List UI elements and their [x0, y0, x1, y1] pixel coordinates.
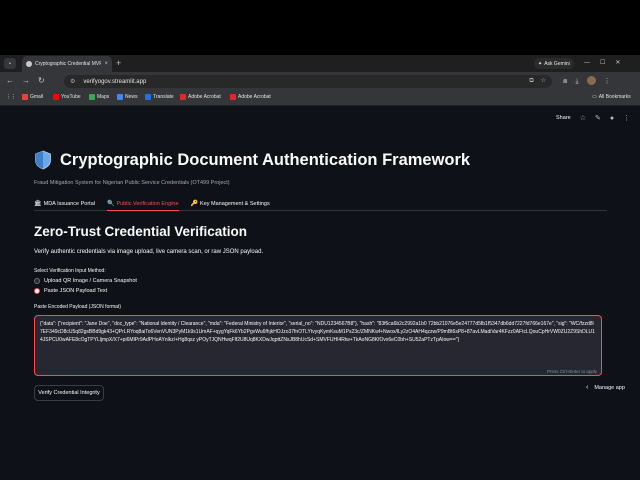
title-row: Cryptographic Document Authentication Fr… — [34, 150, 470, 170]
back-icon[interactable]: ← — [6, 75, 14, 87]
app-header: Share ☆ ✎ ● ⋮ — [556, 114, 630, 123]
close-tab-icon[interactable]: × — [104, 61, 108, 67]
chevron-left-icon: ‹ — [586, 384, 589, 391]
shield-icon — [35, 150, 51, 170]
window-controls: — ☐ ✕ — [584, 56, 620, 70]
tab-key-management[interactable]: 🔑 Key Management & Settings — [191, 197, 270, 210]
verify-credential-button[interactable]: Verify Credential Integrity — [34, 385, 104, 401]
section-description: Verify authentic credentials via image u… — [34, 249, 264, 255]
maximize-icon[interactable]: ☐ — [600, 56, 605, 70]
site-info-icon[interactable]: ⚙ — [70, 78, 75, 85]
bank-icon: 🏛 — [34, 201, 42, 207]
translate-icon — [145, 94, 151, 100]
tab-search-button[interactable]: ⌄ — [4, 58, 16, 69]
browser-tab-title: Cryptographic Credential MVP — [35, 61, 102, 67]
bookmark-maps[interactable]: Maps — [89, 94, 109, 100]
new-tab-button[interactable]: + — [116, 57, 121, 69]
edit-icon[interactable]: ✎ — [595, 114, 601, 122]
ask-gemini-button[interactable]: ✦ Ask Gemini — [534, 58, 574, 69]
bookmark-star-icon[interactable]: ☆ — [541, 76, 546, 87]
profile-avatar[interactable] — [586, 76, 596, 85]
page-title: Cryptographic Document Authentication Fr… — [60, 150, 471, 169]
close-window-icon[interactable]: ✕ — [615, 56, 620, 70]
install-app-icon[interactable]: ⧉ — [529, 76, 533, 87]
page-subtitle: Fraud Mitigation System for Nigerian Pub… — [34, 180, 230, 186]
browser-toolbar: ← → ↻ ⚙ verifyogov.streamlit.app ⧉ ☆ ⧈ ⤓… — [0, 72, 640, 91]
browser-menu-icon[interactable]: ⋮ — [604, 76, 611, 87]
gemini-icon: ✦ — [538, 60, 543, 67]
manage-app-button[interactable]: ‹ Manage app — [586, 384, 625, 391]
bookmark-gmail[interactable]: Gmail — [22, 94, 43, 100]
bookmark-news[interactable]: News — [117, 94, 138, 100]
folder-icon: ▭ — [592, 94, 597, 100]
forward-icon[interactable]: → — [22, 75, 30, 87]
radio-unselected-icon[interactable] — [34, 278, 40, 284]
star-icon[interactable]: ☆ — [580, 114, 586, 122]
radio-upload-qr[interactable]: Upload QR Image / Camera Snapshot — [34, 278, 137, 284]
tab-bar: 🏛 MDA Issuance Portal 🔍 Public Verificat… — [34, 197, 607, 211]
adobe-acrobat-icon — [230, 94, 236, 100]
youtube-icon — [53, 94, 59, 100]
ask-gemini-label: Ask Gemini — [544, 60, 570, 67]
minimize-icon[interactable]: — — [584, 56, 590, 70]
apps-icon[interactable]: ⋮⋮ — [6, 94, 16, 100]
reload-icon[interactable]: ↻ — [38, 75, 45, 87]
radio-selected-icon[interactable] — [34, 288, 40, 294]
key-icon: 🔑 — [190, 201, 199, 207]
gmail-icon — [22, 94, 28, 100]
address-url[interactable]: verifyogov.streamlit.app — [83, 79, 146, 85]
browser-tabstrip: ⌄ Cryptographic Credential MVP × + ✦ Ask… — [0, 55, 640, 72]
maps-icon — [89, 94, 95, 100]
tab-mda-issuance-portal[interactable]: 🏛 MDA Issuance Portal — [34, 197, 95, 210]
favicon-icon — [26, 61, 32, 67]
news-icon — [117, 94, 123, 100]
download-icon[interactable]: ⤓ — [575, 76, 578, 87]
textarea-hint: Press Ctrl+Enter to apply — [547, 369, 598, 374]
payload-label: Paste Encoded Payload (JSON format) — [34, 304, 121, 310]
magnifier-icon: 🔍 — [106, 201, 115, 207]
tab-public-verification-engine[interactable]: 🔍 Public Verification Engine — [106, 197, 179, 211]
streamlit-app: Share ☆ ✎ ● ⋮ Cryptographic Document Aut… — [0, 106, 640, 480]
bookmark-translate[interactable]: Translate — [145, 94, 174, 100]
radio-group-label: Select Verification Input Method: — [34, 268, 106, 274]
all-bookmarks[interactable]: ▭ All Bookmarks — [592, 94, 631, 100]
radio-paste-json[interactable]: Paste JSON Payload Text — [34, 288, 107, 294]
bookmark-adobe-acrobat-1[interactable]: Adobe Acrobat — [180, 94, 221, 100]
bookmark-adobe-acrobat-2[interactable]: Adobe Acrobat — [230, 94, 271, 100]
browser-tab[interactable]: Cryptographic Credential MVP × — [22, 56, 112, 72]
main-menu-icon[interactable]: ⋮ — [623, 114, 630, 122]
payload-textarea[interactable]: {"data": {"recipient": "Jane Doe", "doc_… — [34, 315, 602, 376]
share-button[interactable]: Share — [556, 115, 571, 121]
bookmarks-bar: ⋮⋮ Gmail YouTube Maps News Translate Ado… — [0, 91, 640, 106]
extensions-icon[interactable]: ⧈ — [563, 76, 567, 87]
github-icon[interactable]: ● — [610, 115, 614, 122]
address-bar[interactable]: ⚙ verifyogov.streamlit.app ⧉ ☆ — [64, 75, 552, 88]
section-title: Zero-Trust Credential Verification — [34, 224, 248, 239]
bookmark-youtube[interactable]: YouTube — [53, 94, 81, 100]
adobe-acrobat-icon — [180, 94, 186, 100]
